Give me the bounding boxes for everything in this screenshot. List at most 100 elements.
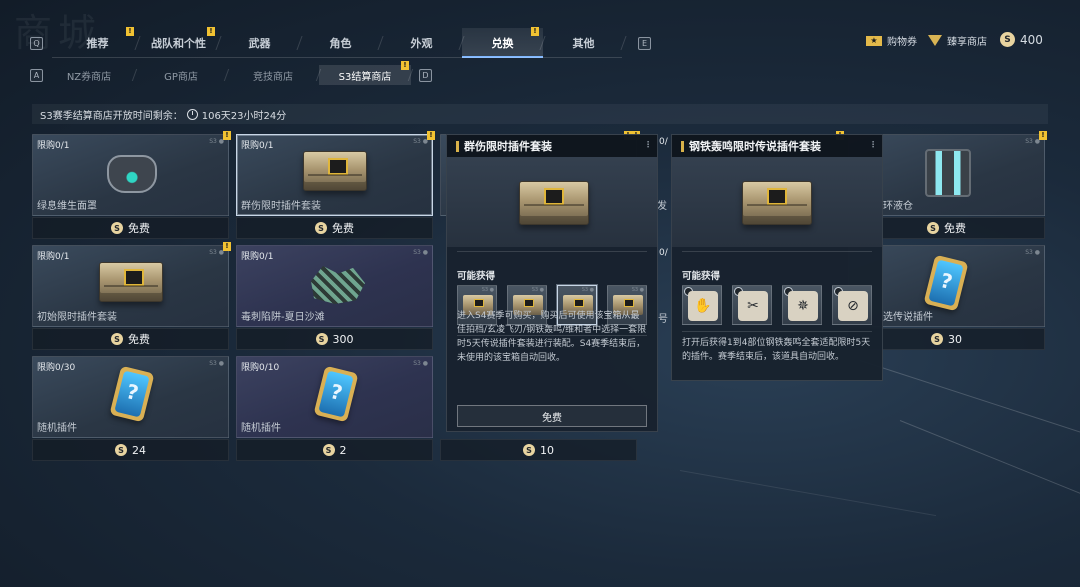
prev-tab-key[interactable]: Q (30, 36, 43, 50)
coin-icon: S (315, 333, 328, 345)
plugin-icon: ✵ (788, 291, 818, 321)
redeem-free-button[interactable]: 免费 (457, 405, 647, 427)
shop-item-card[interactable]: 限购0/1 S3 ● 初始限时插件套装 S 免费 ! (32, 242, 231, 350)
subtab-ranked-shop[interactable]: 竞技商店 (227, 65, 319, 85)
subtab-label: GP商店 (164, 71, 198, 83)
price-bar: S 免费 (32, 217, 229, 239)
voucher-label: 购物券 (887, 37, 917, 48)
main-tab-bar: Q 推荐! 战队和个性! 武器 角色 外观 兑换! 其他 E (30, 27, 651, 58)
item-price: 免费 (332, 222, 354, 235)
timer-value: 106天23小时24分 (201, 110, 287, 122)
divider (682, 331, 872, 332)
timer-label: S3赛季结算商店开放时间剩余： (40, 110, 183, 122)
reward-item[interactable]: ⊘ (832, 285, 872, 325)
purchase-limit: 限购0/10 (241, 363, 280, 373)
tier-mark: S3 ● (1025, 138, 1040, 145)
nav-divider (52, 57, 622, 58)
reward-detail-popup: 钢铁轰鸣限时传说插件套装 ⋮ 可能获得 ✋ ✂ ✵ ⊘ 打开后获得1到4部位钢铁… (671, 134, 883, 381)
tier-mark: S3 ● (413, 249, 428, 256)
price-bar: S 免费 (236, 217, 433, 239)
light-streak (859, 360, 1080, 436)
popup-preview (672, 157, 882, 247)
coin-amount: 400 (1020, 32, 1043, 47)
more-icon[interactable]: ⋮ (644, 140, 652, 149)
tab-label: 其他 (572, 37, 595, 50)
alert-badge: ! (207, 27, 215, 36)
tab-recommend[interactable]: 推荐! (57, 27, 138, 58)
purchase-limit: 限购0/30 (37, 363, 76, 373)
coin-icon: S (115, 444, 127, 456)
tier-mark: S3 ● (1025, 249, 1040, 256)
tab-other[interactable]: 其他 (543, 28, 624, 58)
tab-appearance[interactable]: 外观 (381, 28, 462, 58)
divider (457, 251, 647, 252)
season-timer-bar: S3赛季结算商店开放时间剩余： 106天23小时24分 (32, 104, 1048, 124)
coin-icon: S (523, 444, 535, 456)
shop-item-card[interactable]: 限购0/10 S3 ● 随机插件 S2 (236, 356, 433, 461)
tab-weapons[interactable]: 武器 (219, 28, 300, 58)
alert-badge: ! (223, 242, 231, 251)
alert-badge: ! (427, 131, 435, 140)
tier-mark: S3 ● (631, 287, 644, 293)
item-name: 毒刺陷阱-夏日沙滩 (241, 312, 325, 323)
item-price: 10 (540, 443, 554, 457)
reward-item[interactable]: ✂ (732, 285, 772, 325)
item-description: 进入S4赛季可购买，购买后可使用该宝箱从最佳拍档/玄凌飞刃/钢铁轰鸣/维和者中选… (457, 311, 647, 363)
subtab-s3-shop[interactable]: S3结算商店! (319, 61, 411, 85)
tab-label: 战队和个性 (151, 37, 206, 50)
shop-item-card[interactable]: 限购0/1 S3 ● 毒刺陷阱-夏日沙滩 S 300 (236, 245, 433, 350)
more-icon[interactable]: ⋮ (869, 140, 877, 149)
subtab-gp-shop[interactable]: GP商店 (135, 65, 227, 85)
shop-item-card[interactable]: 限购0/1 S3 ● 绿息维生面罩 S 免费 ! (32, 131, 231, 239)
item-price: 2 (339, 443, 347, 457)
reward-item[interactable]: ✋ (682, 285, 722, 325)
tab-team[interactable]: 战队和个性! (138, 27, 219, 58)
price-bar: S 10 (440, 439, 637, 461)
tier-mark: S3 ● (581, 287, 594, 293)
plugin-card-icon (109, 365, 155, 423)
next-subtab-key[interactable]: D (419, 68, 432, 82)
coin-icon: S (111, 333, 123, 345)
light-streak (899, 420, 1080, 496)
purchase-limit: 限购0/1 (241, 252, 274, 262)
tank-item-icon (925, 149, 971, 197)
subtab-label: 竞技商店 (253, 71, 293, 83)
item-name: 随机插件 (241, 423, 281, 434)
price-bar: S 免费 (32, 328, 229, 350)
subtab-nz-shop[interactable]: NZ券商店 (43, 65, 135, 85)
price-bar: S2 (236, 439, 433, 461)
tab-characters[interactable]: 角色 (300, 28, 381, 58)
partial-card-text: 号 (658, 314, 668, 325)
plugin-icon: ✋ (688, 291, 718, 321)
reward-item[interactable]: ✵ (782, 285, 822, 325)
next-tab-key[interactable]: E (638, 36, 651, 50)
plugin-card-icon (923, 254, 969, 312)
prev-subtab-key[interactable]: A (30, 68, 43, 82)
purchase-limit: 限购0/1 (241, 141, 274, 151)
item-price: 免费 (944, 222, 966, 235)
alert-badge: ! (223, 131, 231, 140)
card-body: 限购0/1 S3 ● 初始限时插件套装 (32, 245, 229, 327)
popup-title-bar: 钢铁轰鸣限时传说插件套装 ⋮ (672, 135, 882, 157)
plugin-icon: ⊘ (838, 291, 868, 321)
alert-badge: ! (401, 61, 409, 70)
plugin-card-icon (313, 365, 359, 423)
star-icon: ★ (866, 35, 882, 46)
coin-icon: S (322, 444, 335, 456)
voucher-shop-link[interactable]: ★ 购物券 (866, 33, 917, 48)
item-name: 选传说插件 (883, 312, 933, 323)
mask-item-icon (107, 155, 157, 193)
shop-item-card[interactable]: 限购0/30 S3 ● 随机插件 S 24 (32, 356, 229, 461)
coin-icon: S (315, 222, 327, 234)
popup-title: 钢铁轰鸣限时传说插件套装 (689, 140, 821, 153)
shop-item-card-selected[interactable]: 限购0/1 S3 ● 群伤限时插件套装 S 免费 ! (236, 131, 435, 239)
divider (682, 251, 872, 252)
item-price: 30 (948, 332, 962, 346)
tier-mark: S3 ● (531, 287, 544, 293)
premium-shop-link[interactable]: 臻享商店 (928, 33, 987, 48)
popup-title-bar: 群伤限时插件套装 ⋮ (447, 135, 657, 157)
coin-icon: S (931, 333, 943, 345)
subtab-label: S3结算商店 (338, 71, 392, 83)
partial-limit-text: 0/ (659, 137, 668, 147)
tab-exchange[interactable]: 兑换! (462, 27, 543, 58)
